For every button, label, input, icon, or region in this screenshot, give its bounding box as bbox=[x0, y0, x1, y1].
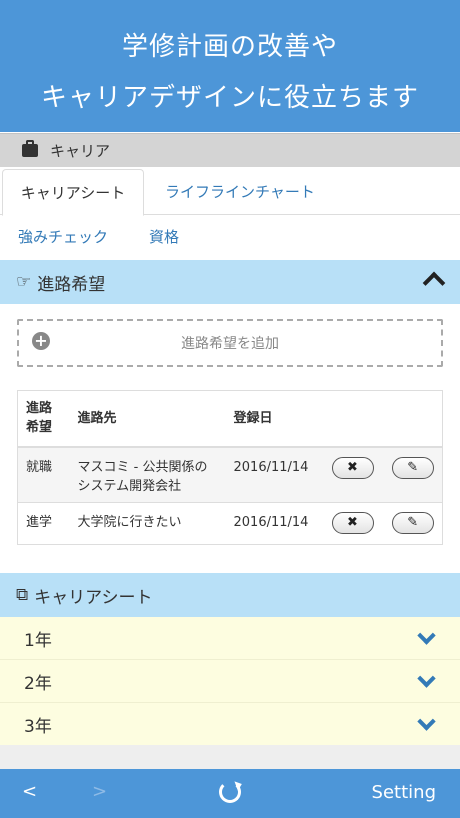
subtab-bar: 強みチェック 資格 bbox=[0, 226, 460, 250]
delete-button[interactable]: ✖ bbox=[331, 456, 374, 479]
accordion-year-1[interactable]: 1年 bbox=[0, 617, 460, 660]
row-destination: 大学院に行きたい bbox=[69, 502, 226, 545]
edit-button[interactable]: ✎ bbox=[391, 512, 434, 534]
hero-banner: 学修計画の改善や キャリアデザインに役立ちます bbox=[0, 0, 460, 132]
bottom-toolbar: < > Setting bbox=[0, 769, 460, 818]
tab-lifeline-chart[interactable]: ライフラインチャート bbox=[165, 181, 315, 202]
chevron-down-icon bbox=[417, 626, 436, 645]
chevron-up-icon[interactable] bbox=[422, 271, 446, 295]
row-date: 2016/11/14 bbox=[225, 502, 324, 545]
year-label: 2年 bbox=[24, 673, 52, 694]
table-row: 就職 マスコミ - 公共関係のシステム開発会社 2016/11/14 ✖ ✎ bbox=[17, 446, 443, 503]
col-header-type: 進路 希望 bbox=[17, 390, 70, 448]
tab-qualifications[interactable]: 資格 bbox=[149, 226, 179, 247]
row-date: 2016/11/14 bbox=[225, 446, 324, 503]
panel-title: 進路希望 bbox=[37, 274, 106, 295]
row-destination: マスコミ - 公共関係のシステム開発会社 bbox=[69, 446, 226, 503]
career-goal-table: 進路 希望 進路先 登録日 就職 マスコミ - 公共関係のシステム開発会社 201… bbox=[17, 390, 443, 545]
hero-line-1: 学修計画の改善や bbox=[121, 32, 338, 62]
panel-title: キャリアシート bbox=[34, 587, 153, 608]
accordion-year-2[interactable]: 2年 bbox=[0, 660, 460, 703]
table-row: 進学 大学院に行きたい 2016/11/14 ✖ ✎ bbox=[17, 502, 443, 545]
col-header-date: 登録日 bbox=[225, 390, 324, 448]
refresh-icon[interactable] bbox=[219, 781, 241, 803]
row-type: 進学 bbox=[17, 502, 70, 545]
tab-career-sheet[interactable]: キャリアシート bbox=[2, 169, 144, 216]
delete-button[interactable]: ✖ bbox=[331, 512, 374, 534]
hero-line-2: キャリアデザインに役立ちます bbox=[40, 83, 419, 113]
add-career-goal-button[interactable]: + 進路希望を追加 bbox=[17, 319, 443, 367]
col-header-actions bbox=[323, 390, 443, 448]
briefcase-icon bbox=[22, 140, 38, 157]
tab-bar: キャリアシート ライフラインチャート bbox=[0, 167, 460, 216]
back-button[interactable]: < bbox=[22, 781, 37, 802]
chevron-down-icon bbox=[417, 669, 436, 688]
section-header-career: キャリア bbox=[0, 133, 460, 167]
career-sheet-panel-header[interactable]: ⧉ キャリアシート bbox=[0, 573, 460, 617]
accordion-year-3[interactable]: 3年 bbox=[0, 703, 460, 746]
year-label: 3年 bbox=[24, 716, 52, 737]
plus-circle-icon: + bbox=[32, 332, 50, 350]
add-career-goal-label: 進路希望を追加 bbox=[181, 336, 279, 352]
row-actions: ✖ ✎ bbox=[323, 446, 443, 503]
section-label: キャリア bbox=[50, 142, 111, 160]
year-label: 1年 bbox=[24, 630, 52, 651]
setting-button[interactable]: Setting bbox=[372, 782, 436, 803]
copy-icon: ⧉ bbox=[16, 585, 29, 605]
chevron-down-icon bbox=[417, 712, 436, 731]
forward-button[interactable]: > bbox=[92, 781, 107, 802]
career-goal-panel-header[interactable]: ☞ 進路希望 bbox=[0, 260, 460, 304]
row-type: 就職 bbox=[17, 446, 70, 503]
row-actions: ✖ ✎ bbox=[323, 502, 443, 545]
col-header-destination: 進路先 bbox=[69, 390, 226, 448]
edit-button[interactable]: ✎ bbox=[391, 456, 434, 479]
content-bottom-edge bbox=[0, 745, 460, 769]
hand-point-right-icon: ☞ bbox=[16, 272, 32, 292]
tab-strength-check[interactable]: 強みチェック bbox=[18, 226, 108, 247]
